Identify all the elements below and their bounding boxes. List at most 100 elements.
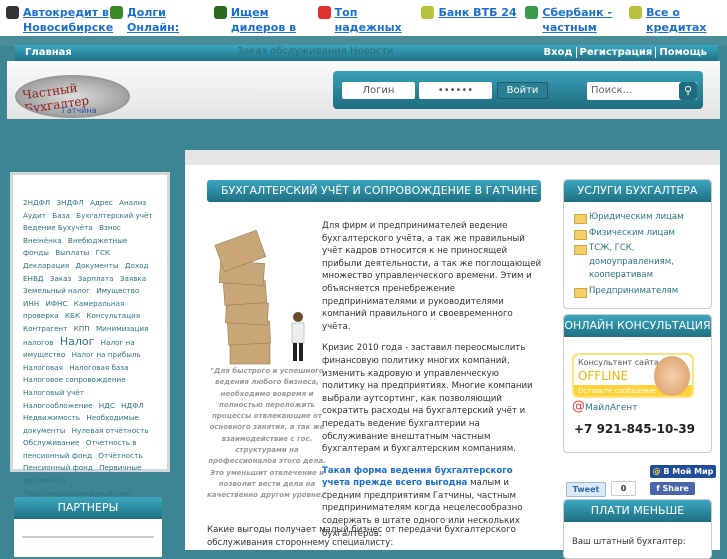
service-link[interactable]: Юридическим лицам [574,211,701,225]
main-article: Для фирм и предпринимателей ведение бухг… [322,220,542,549]
content-top-strip [185,150,720,165]
tag-link[interactable]: Налогообложение [23,401,93,410]
nav-home-link[interactable]: Главная [25,47,72,58]
service-link[interactable]: ТСЖ, ГСК, домоуправлениям, кооперативам [574,242,701,283]
consult-box: ОНЛАЙН КОНСУЛЬТАЦИЯ Консультант сайта OF… [563,314,712,453]
tag-link[interactable]: Обслуживание [23,438,79,447]
ad-link[interactable]: Банк ВТБ 24 [438,5,516,36]
leave-message-link[interactable]: Оставьте сообщение [578,387,656,395]
tag-link[interactable]: ЕНВД [23,274,44,283]
tag-link[interactable]: Доход [125,261,149,270]
pay-less-text: Ваш штатный бухгалтер: [572,537,686,547]
tweet-button[interactable]: Tweet [566,482,606,497]
ad-item[interactable]: Долги Онлайн: продажа [104,0,208,49]
tweet-count: 0 [611,481,636,496]
tag-link[interactable]: Зарплата [78,274,114,283]
services-title: УСЛУГИ БУХГАЛТЕРА [564,180,711,202]
tag-link[interactable]: Взнос [99,223,121,232]
moimir-button[interactable]: @ В Мой Мир [650,465,716,478]
services-box: УСЛУГИ БУХГАЛТЕРА Юридическим лицам Физич… [563,179,712,309]
mailagent-label: МайлАгент [585,403,638,413]
tag-link[interactable]: НДФЛ [121,401,144,410]
tag-link[interactable]: Имущество [96,286,139,295]
tag-link[interactable]: Заказ [50,274,72,283]
consult-title: ОНЛАЙН КОНСУЛЬТАЦИЯ [564,315,711,337]
tag-link[interactable]: Аудит [23,211,46,220]
tag-link[interactable]: Отчётность [98,451,142,460]
moimir-label: В Мой Мир [663,467,714,476]
tag-link[interactable]: База [52,211,70,220]
ad-link[interactable]: Автокредит в Новосибирске [23,5,113,36]
tag-link[interactable]: 3НДФЛ [56,198,83,207]
paragraph: Кризис 2010 года - заставил переосмыслит… [322,343,533,455]
tag-link[interactable]: Декларация [23,261,69,270]
logo-city: Гатчина [62,106,97,115]
tag-link[interactable]: Налог на прибыль [72,350,141,359]
nav-login-link[interactable]: Вход [540,47,575,58]
services-list: Юридическим лицам Физическим лицам ТСЖ, ГС… [564,202,711,309]
tag-link[interactable]: Документы [76,261,119,270]
ad-item[interactable]: Автокредит в Новосибирске [0,0,113,36]
tag-link[interactable]: Заявка [120,274,146,283]
tweet-label: Tweet [572,485,600,494]
ad-item[interactable]: Топ надежных банков 2010 [312,0,416,49]
paper-stack-image [214,229,305,365]
partners-box: ПАРТНЕРЫ [14,497,162,557]
tag-link[interactable]: Контрагент [23,324,67,333]
tag-link[interactable]: Нулевая отчётность [72,426,149,435]
tag-link[interactable]: КБК [65,311,80,320]
search-icon[interactable]: ⚲ [679,82,697,100]
paragraph: Для фирм и предпринимателей ведение бухг… [322,221,542,332]
facebook-share-button[interactable]: f Share [650,482,695,495]
service-link[interactable]: Предпринимателям [574,285,701,299]
tag-link[interactable]: ИНН [23,299,39,308]
ad-link[interactable]: Сбербанк - частным лицам [542,5,623,49]
tag-link[interactable]: Внеінёнка [23,236,62,245]
site-logo[interactable]: Частный Бухгалтер Гатчина [15,75,130,118]
tag-link[interactable]: Выплаты [55,248,89,257]
login-button[interactable]: Войти [497,82,548,99]
tag-link[interactable]: Налоговая [23,363,63,372]
top-nav: Главная Заказ обслуживания Новости Вход Р… [15,45,718,61]
nav-secondary-links[interactable]: Заказ обслуживания Новости [237,46,394,57]
ad-link[interactable]: Все о кредитах [646,5,727,36]
service-link[interactable]: Физическим лицам [574,227,701,241]
password-input[interactable]: •••••• [419,82,492,99]
search-input[interactable]: Поиск... ⚲ [587,82,697,100]
mail-at-icon: @ [572,399,585,414]
tag-link[interactable]: ИФНС [45,299,67,308]
tag-link[interactable]: Налоговое сопровождение [23,375,126,384]
tag-link[interactable]: Адрес [90,198,113,207]
ad-link[interactable]: Ищем дилеров в регионах. [231,5,312,49]
nav-help-link[interactable]: Помощь [655,47,710,58]
consultant-avatar [654,356,690,396]
tag-link[interactable]: Недвижимость [23,413,80,422]
ad-item[interactable]: Сбербанк - частным лицам [519,0,623,49]
tag-link[interactable]: Налоговый учёт [23,388,84,397]
ad-link[interactable]: Топ надежных банков 2010 [335,5,416,49]
leaf-icon [421,6,435,19]
login-input[interactable]: Логин [342,82,415,99]
tag-link[interactable]: Анализ [119,198,146,207]
tag-link[interactable]: Налог [60,335,95,348]
tag-link[interactable]: Пенсионный фонд [23,463,93,472]
ad-link[interactable]: Долги Онлайн: продажа [127,5,208,49]
ad-item[interactable]: Банк ВТБ 24 [415,0,519,36]
chart-icon [213,6,227,19]
tag-link[interactable]: Налоговая база [69,363,128,372]
sber-icon [525,6,539,19]
tag-link[interactable]: ГСК [96,248,111,257]
tag-link[interactable]: Ведение Бухучёта [23,223,93,232]
mailagent-link[interactable]: @МайлАгент [572,399,711,414]
ad-item[interactable]: Все о кредитах [623,0,727,36]
tag-link[interactable]: 2НДФЛ [23,198,50,207]
tag-link[interactable]: КПП [74,324,90,333]
tag-link[interactable]: Земельный налог [23,286,90,295]
share-label: Share [662,484,689,493]
consultant-widget[interactable]: Консультант сайта OFFLINE Оставьте сообщ… [572,353,694,398]
nav-register-link[interactable]: Регистрация [575,47,656,58]
tag-link[interactable]: Бухгалтерский учёт [76,211,152,220]
tag-link[interactable]: Консультация [86,311,140,320]
tag-link[interactable]: НДС [99,401,115,410]
ad-item[interactable]: Ищем дилеров в регионах. [208,0,312,49]
